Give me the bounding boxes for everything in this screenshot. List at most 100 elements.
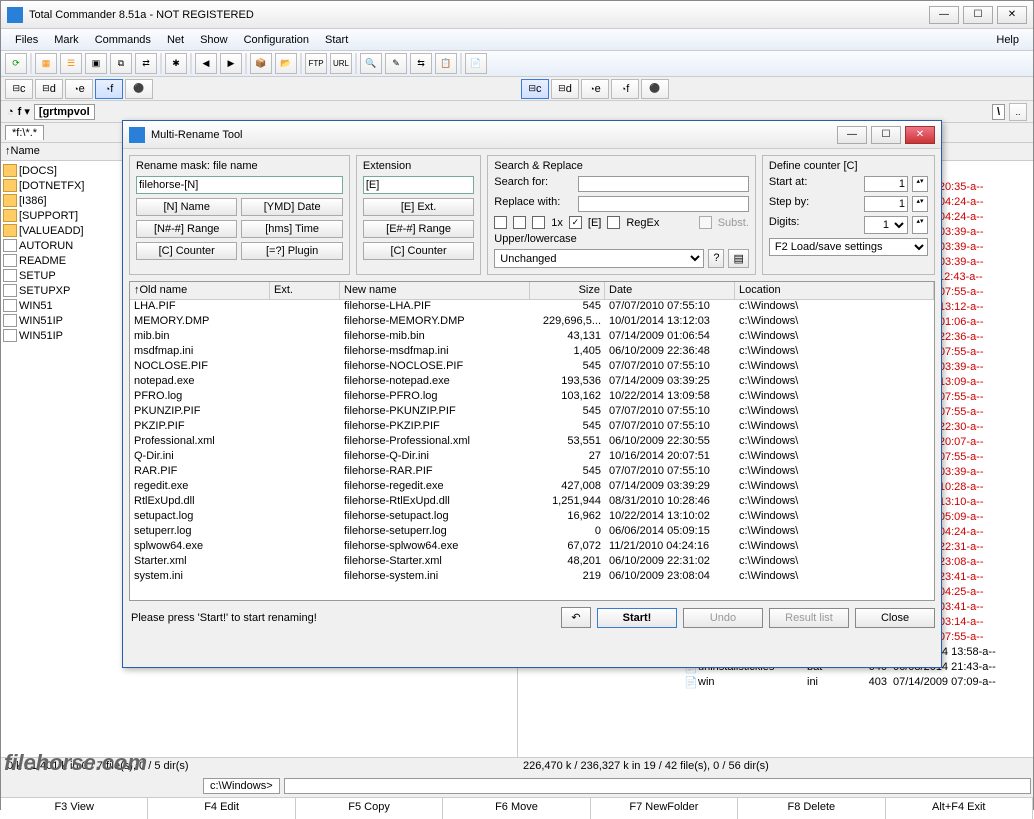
- search-icon[interactable]: 🔍: [360, 53, 382, 74]
- rename-row[interactable]: Professional.xmlfilehorse-Professional.x…: [130, 435, 934, 450]
- btn-ext[interactable]: [E] Ext.: [363, 198, 474, 216]
- rename-row[interactable]: MEMORY.DMPfilehorse-MEMORY.DMP229,696,5.…: [130, 315, 934, 330]
- notepad-icon[interactable]: 📄: [465, 53, 487, 74]
- f7-newfolder[interactable]: F7 NewFolder: [591, 798, 738, 819]
- forward-icon[interactable]: ▶: [220, 53, 242, 74]
- f4-edit[interactable]: F4 Edit: [148, 798, 295, 819]
- col-newname[interactable]: New name: [340, 282, 530, 299]
- start-button[interactable]: Start!: [597, 608, 677, 628]
- chk-regex[interactable]: [607, 216, 620, 229]
- rename-row[interactable]: LHA.PIFfilehorse-LHA.PIF54507/07/2010 07…: [130, 300, 934, 315]
- menu-start[interactable]: Start: [317, 34, 356, 46]
- case-select[interactable]: Unchanged: [494, 249, 704, 268]
- ext-input[interactable]: [363, 176, 474, 194]
- rename-row[interactable]: PFRO.logfilehorse-PFRO.log103,16210/22/2…: [130, 390, 934, 405]
- col-oldname[interactable]: ↑Old name: [130, 282, 270, 299]
- rename-row[interactable]: Starter.xmlfilehorse-Starter.xml48,20106…: [130, 555, 934, 570]
- updir-button[interactable]: ..: [1009, 103, 1027, 121]
- maximize-button[interactable]: ☐: [963, 6, 993, 24]
- menu-show[interactable]: Show: [192, 34, 236, 46]
- start-spin[interactable]: ▴▾: [912, 176, 928, 192]
- rename-row[interactable]: setuperr.logfilehorse-setuperr.log006/06…: [130, 525, 934, 540]
- drive-e-right[interactable]: ◔ e: [581, 79, 609, 99]
- btn-erange[interactable]: [E#-#] Range: [363, 220, 474, 238]
- f5-copy[interactable]: F5 Copy: [296, 798, 443, 819]
- rename-row[interactable]: NOCLOSE.PIFfilehorse-NOCLOSE.PIF54507/07…: [130, 360, 934, 375]
- edit-button[interactable]: ▤: [728, 249, 748, 268]
- mask-input[interactable]: [136, 176, 343, 194]
- result-list-button[interactable]: Result list: [769, 608, 849, 628]
- cmd-input[interactable]: [284, 778, 1031, 794]
- rename-row[interactable]: Q-Dir.inifilehorse-Q-Dir.ini2710/16/2014…: [130, 450, 934, 465]
- undo-icon-button[interactable]: ↶: [561, 607, 591, 628]
- rename-row[interactable]: mib.binfilehorse-mib.bin43,13107/14/2009…: [130, 330, 934, 345]
- chk-2[interactable]: [513, 216, 526, 229]
- file-row[interactable]: 📄winini40307/14/2009 07:09-a--: [684, 676, 1033, 691]
- back-icon[interactable]: ◀: [195, 53, 217, 74]
- btn-counter[interactable]: [C] Counter: [136, 242, 237, 260]
- rename-row[interactable]: system.inifilehorse-system.ini21906/10/2…: [130, 570, 934, 585]
- step-input[interactable]: [864, 196, 908, 212]
- col-date[interactable]: Date: [605, 282, 735, 299]
- col-ext[interactable]: Ext.: [270, 282, 340, 299]
- path-right[interactable]: \: [992, 104, 1005, 120]
- alt-f4-exit[interactable]: Alt+F4 Exit: [886, 798, 1033, 819]
- chk-subst[interactable]: [699, 216, 712, 229]
- view-tree-icon[interactable]: ⧉: [110, 53, 132, 74]
- tab-left[interactable]: *f:\*.*: [5, 125, 44, 140]
- dialog-close-button[interactable]: ✕: [905, 126, 935, 144]
- drive-c-left[interactable]: ⊟ c: [5, 79, 33, 99]
- col-size[interactable]: Size: [530, 282, 605, 299]
- rename-row[interactable]: splwow64.exefilehorse-splwow64.exe67,072…: [130, 540, 934, 555]
- sync-dirs-icon[interactable]: ⇆: [410, 53, 432, 74]
- view-brief-icon[interactable]: ▦: [35, 53, 57, 74]
- path-left[interactable]: [grtmpvol: [34, 104, 95, 120]
- rename-row[interactable]: RAR.PIFfilehorse-RAR.PIF54507/07/2010 07…: [130, 465, 934, 480]
- btn-ecounter[interactable]: [C] Counter: [363, 242, 474, 260]
- refresh-icon[interactable]: ⟳: [5, 53, 27, 74]
- search-input[interactable]: [578, 176, 749, 192]
- menu-files[interactable]: Files: [7, 34, 46, 46]
- sync-icon[interactable]: ⇄: [135, 53, 157, 74]
- undo-button[interactable]: Undo: [683, 608, 763, 628]
- digits-spin[interactable]: ▴▾: [912, 216, 928, 234]
- rename-row[interactable]: notepad.exefilehorse-notepad.exe193,5360…: [130, 375, 934, 390]
- close-button[interactable]: Close: [855, 608, 935, 628]
- f8-delete[interactable]: F8 Delete: [738, 798, 885, 819]
- rename-row[interactable]: regedit.exefilehorse-regedit.exe427,0080…: [130, 480, 934, 495]
- rename-row[interactable]: PKUNZIP.PIFfilehorse-PKUNZIP.PIF54507/07…: [130, 405, 934, 420]
- invert-icon[interactable]: ✱: [165, 53, 187, 74]
- help-button[interactable]: ?: [708, 249, 724, 268]
- rename-row[interactable]: msdfmap.inifilehorse-msdfmap.ini1,40506/…: [130, 345, 934, 360]
- minimize-button[interactable]: —: [929, 6, 959, 24]
- menu-mark[interactable]: Mark: [46, 34, 86, 46]
- f3-view[interactable]: F3 View: [1, 798, 148, 819]
- close-button[interactable]: ✕: [997, 6, 1027, 24]
- url-icon[interactable]: URL: [330, 53, 352, 74]
- drive-f-left[interactable]: ◔ f: [95, 79, 123, 99]
- dialog-titlebar[interactable]: Multi-Rename Tool — ☐ ✕: [123, 121, 941, 149]
- replace-input[interactable]: [578, 196, 749, 212]
- drive-d-right[interactable]: ⊟ d: [551, 79, 579, 99]
- view-full-icon[interactable]: ☰: [60, 53, 82, 74]
- rename-row[interactable]: RtlExUpd.dllfilehorse-RtlExUpd.dll1,251,…: [130, 495, 934, 510]
- view-thumbs-icon[interactable]: ▣: [85, 53, 107, 74]
- chk-1[interactable]: [494, 216, 507, 229]
- main-titlebar[interactable]: Total Commander 8.51a - NOT REGISTERED —…: [1, 1, 1033, 29]
- start-input[interactable]: [864, 176, 908, 192]
- menu-net[interactable]: Net: [159, 34, 192, 46]
- chk-e[interactable]: [569, 216, 582, 229]
- drive-c-right[interactable]: ⊟ c: [521, 79, 549, 99]
- btn-time[interactable]: [hms] Time: [241, 220, 342, 238]
- drive-e-left[interactable]: ◔ e: [65, 79, 93, 99]
- btn-plugin[interactable]: [=?] Plugin: [241, 242, 342, 260]
- chk-1x[interactable]: [532, 216, 545, 229]
- menu-commands[interactable]: Commands: [87, 34, 159, 46]
- col-location[interactable]: Location: [735, 282, 934, 299]
- ftp-icon[interactable]: FTP: [305, 53, 327, 74]
- btn-range[interactable]: [N#-#] Range: [136, 220, 237, 238]
- digits-select[interactable]: 1: [864, 216, 908, 234]
- copy-names-icon[interactable]: 📋: [435, 53, 457, 74]
- drive-net-right[interactable]: ⚫: [641, 79, 669, 99]
- rename-row[interactable]: PKZIP.PIFfilehorse-PKZIP.PIF54507/07/201…: [130, 420, 934, 435]
